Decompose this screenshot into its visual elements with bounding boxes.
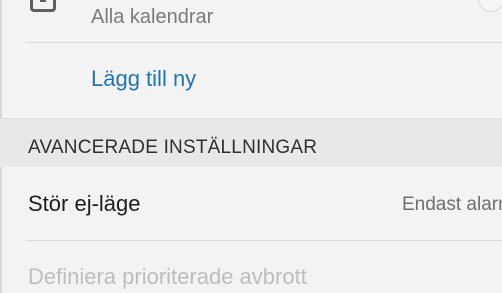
calendar-label: Alla kalendrar (91, 6, 214, 28)
do-not-disturb-value: Endast alarm (402, 194, 502, 215)
add-new-link[interactable]: Lägg till ny (91, 66, 196, 92)
do-not-disturb-label: Stör ej-läge (28, 191, 141, 216)
calendar-toggle[interactable] (478, 0, 502, 12)
advanced-settings-header: AVANCERADE INSTÄLLNINGAR (0, 118, 502, 167)
do-not-disturb-row[interactable]: Stör ej-läge Endast alarm (0, 167, 502, 240)
checkbox-icon (30, 0, 56, 12)
priority-interruptions-row[interactable]: Definiera prioriterade avbrott (0, 241, 502, 293)
calendar-row[interactable]: Alla kalendrar (0, 0, 502, 42)
priority-interruptions-label: Definiera prioriterade avbrott (28, 264, 307, 289)
divider (26, 42, 502, 43)
section-title: AVANCERADE INSTÄLLNINGAR (28, 137, 318, 158)
